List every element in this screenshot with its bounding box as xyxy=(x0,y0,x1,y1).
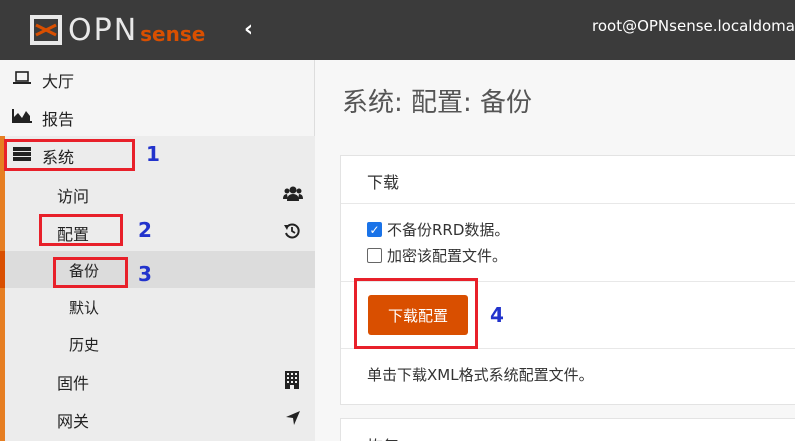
download-help-text: 单击下载XML格式系统配置文件。 xyxy=(367,366,594,384)
annotation-box-4 xyxy=(354,278,478,349)
opnsense-logo[interactable]: OPN sense xyxy=(28,8,205,52)
sidebar-item-access[interactable]: 访问 xyxy=(0,176,315,213)
sidebar-item-label: 网关 xyxy=(57,411,90,431)
annotation-number-1: 1 xyxy=(146,142,160,166)
sidebar-item-history[interactable]: 历史 xyxy=(0,326,315,363)
sidebar-item-label: 报告 xyxy=(42,109,75,129)
download-heading: 下载 xyxy=(367,173,400,192)
logo-text: OPN xyxy=(68,12,139,48)
skip-rrd-checkbox[interactable]: ✓ xyxy=(367,222,382,237)
chevron-left-icon[interactable]: ‹ xyxy=(244,17,253,42)
page-title: 系统: 配置: 备份 xyxy=(342,88,533,118)
sidebar-item-reporting[interactable]: 报告 xyxy=(0,99,315,136)
sidebar-item-label: 大厅 xyxy=(42,71,75,91)
restore-heading: 恢复 xyxy=(367,433,399,441)
sidebar-item-lobby[interactable]: 大厅 xyxy=(0,61,315,98)
logo-suffix: sense xyxy=(140,22,206,46)
users-icon xyxy=(283,185,303,205)
annotation-number-4: 4 xyxy=(490,303,504,327)
laptop-icon xyxy=(11,70,33,89)
sidebar-item-firmware[interactable]: 固件 xyxy=(0,363,315,400)
area-chart-icon xyxy=(11,108,33,127)
sidebar-item-gateways[interactable]: 网关 xyxy=(0,401,315,438)
sidebar-item-label: 访问 xyxy=(57,186,90,206)
annotation-box-1 xyxy=(4,139,135,171)
annotation-number-2: 2 xyxy=(138,218,152,242)
encrypt-option[interactable]: 加密该配置文件。 xyxy=(367,245,507,266)
annotation-box-2 xyxy=(39,214,123,246)
encrypt-checkbox[interactable] xyxy=(367,248,382,263)
history-icon xyxy=(283,222,301,244)
encrypt-label: 加密该配置文件。 xyxy=(387,247,508,265)
annotation-box-3 xyxy=(53,257,128,288)
sidebar-item-label: 固件 xyxy=(57,373,90,393)
sidebar-item-backups[interactable]: 备份 xyxy=(0,252,315,289)
restore-panel: 恢复 xyxy=(340,418,795,441)
location-arrow-icon xyxy=(285,410,301,430)
sidebar-item-defaults[interactable]: 默认 xyxy=(0,289,315,326)
annotation-number-3: 3 xyxy=(138,262,152,286)
download-panel-header: 下载 xyxy=(341,156,795,204)
main-content: 系统: 配置: 备份 下载 ✓ 不备份RRD数据。 加密该配置文件。 下载配置 … xyxy=(316,60,795,441)
skip-rrd-option[interactable]: ✓ 不备份RRD数据。 xyxy=(367,219,509,240)
sidebar-item-label: 默认 xyxy=(69,299,100,317)
logo-mark-icon xyxy=(30,15,62,45)
sidebar: 大厅 报告 系统 访问 配置 备份 默认 历史 固件 网关 xyxy=(0,60,315,441)
sidebar-item-label: 历史 xyxy=(69,336,100,354)
building-icon xyxy=(285,370,299,393)
user-menu[interactable]: root@OPNsense.localdomain xyxy=(592,17,795,35)
top-navbar: OPN sense ‹ root@OPNsense.localdomain xyxy=(0,0,795,60)
skip-rrd-label: 不备份RRD数据。 xyxy=(387,221,510,239)
